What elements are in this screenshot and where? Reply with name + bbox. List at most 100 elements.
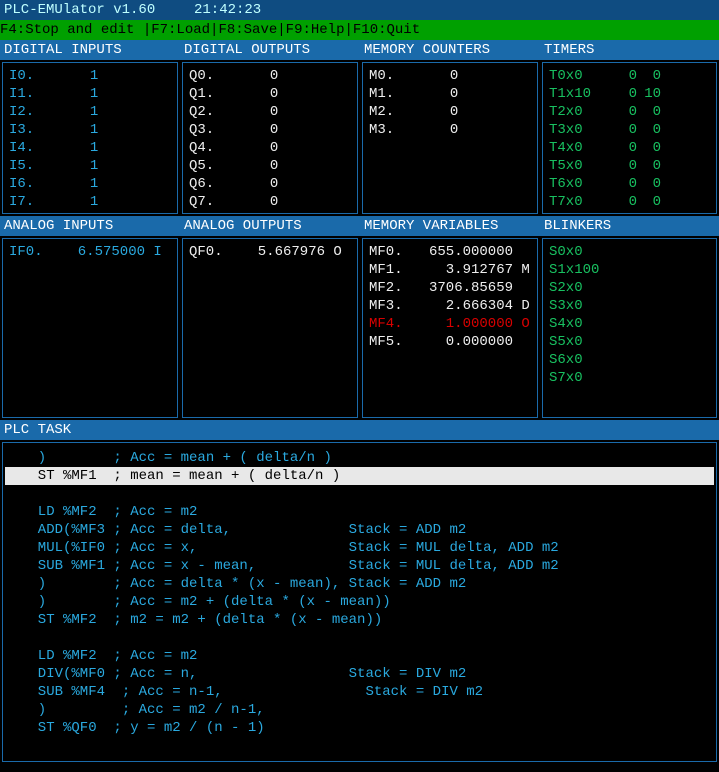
mv-value: 655.000000 xyxy=(417,243,513,261)
menu-f10[interactable]: |F10:Quit xyxy=(344,22,420,38)
code-line[interactable]: MUL(%IF0 ; Acc = x, Stack = MUL delta, A… xyxy=(5,539,714,557)
mv-flag xyxy=(521,279,537,297)
code-line[interactable]: ST %MF2 ; m2 = m2 + (delta * (x - mean)) xyxy=(5,611,714,629)
timer-label: T5x0 xyxy=(549,157,613,175)
do-label: Q7. xyxy=(189,193,237,211)
clock: 21:42:23 xyxy=(194,1,261,19)
mv-value: 2.666304 xyxy=(417,297,513,315)
do-label: Q1. xyxy=(189,85,237,103)
timer-row: T2x000 xyxy=(549,103,710,121)
memory-variable-row: MF2.3706.85659 xyxy=(369,279,531,297)
panel-digital-outputs: Q0. 0Q1. 0Q2. 0Q3. 0Q4. 0Q5. 0Q6. 0Q7. 0 xyxy=(182,62,358,214)
code-line[interactable] xyxy=(5,485,714,503)
memory-counter-row: M0. 0 xyxy=(369,67,531,85)
mc-value: 0 xyxy=(442,67,458,85)
timer-v2: 0 xyxy=(637,175,661,193)
code-line[interactable]: ) ; Acc = m2 + (delta * (x - mean)) xyxy=(5,593,714,611)
panel-row-1: I0. 1I1. 1I2. 1I3. 1I4. 1I5. 1I6. 1I7. 1… xyxy=(0,60,719,216)
menubar: F4:Stop and edit |F7:Load|F8:Save|F9:Hel… xyxy=(0,20,719,40)
mv-flag xyxy=(521,243,537,261)
panel-analog-outputs: QF0.5.667976 O xyxy=(182,238,358,418)
mc-label: M3. xyxy=(369,121,417,139)
code-line[interactable]: ) ; Acc = m2 / n-1, xyxy=(5,701,714,719)
digital-input-row: I1. 1 xyxy=(9,85,171,103)
code-line[interactable]: LD %MF2 ; Acc = m2 xyxy=(5,647,714,665)
timer-label: T6x0 xyxy=(549,175,613,193)
mc-value: 0 xyxy=(442,85,458,103)
timer-row: T0x000 xyxy=(549,67,710,85)
code-line[interactable]: LD %MF2 ; Acc = m2 xyxy=(5,503,714,521)
blinker-label: S5x0 xyxy=(549,333,583,351)
ai-value: 6.575000 xyxy=(57,243,145,261)
mv-label: MF4. xyxy=(369,315,417,333)
blinker-label: S1x100 xyxy=(549,261,599,279)
menu-f8[interactable]: |F8:Save xyxy=(210,22,277,38)
plc-task-code[interactable]: ) ; Acc = mean + ( delta/n ) ST %MF1 ; m… xyxy=(2,442,717,762)
code-line[interactable] xyxy=(5,629,714,647)
di-label: I4. xyxy=(9,139,57,157)
di-label: I2. xyxy=(9,103,57,121)
blinker-label: S0x0 xyxy=(549,243,583,261)
blinker-label: S7x0 xyxy=(549,369,583,387)
timer-v2: 0 xyxy=(637,157,661,175)
di-value: 1 xyxy=(82,193,98,211)
header-digital-inputs: DIGITAL INPUTS xyxy=(0,40,180,60)
mv-flag: O xyxy=(521,315,537,333)
mc-value: 0 xyxy=(442,103,458,121)
timer-label: T0x0 xyxy=(549,67,613,85)
code-line[interactable]: DIV(%MF0 ; Acc = n, Stack = DIV m2 xyxy=(5,665,714,683)
digital-output-row: Q3. 0 xyxy=(189,121,351,139)
code-line-current[interactable]: ST %MF1 ; mean = mean + ( delta/n ) xyxy=(5,467,714,485)
app-title: PLC-EMUlator v1.60 xyxy=(4,1,194,19)
do-value: 0 xyxy=(262,121,278,139)
code-line[interactable]: ) ; Acc = delta * (x - mean), Stack = AD… xyxy=(5,575,714,593)
do-label: Q2. xyxy=(189,103,237,121)
mc-label: M0. xyxy=(369,67,417,85)
digital-input-row: I5. 1 xyxy=(9,157,171,175)
blinker-label: S2x0 xyxy=(549,279,583,297)
code-line[interactable]: SUB %MF1 ; Acc = x - mean, Stack = MUL d… xyxy=(5,557,714,575)
timer-row: T7x000 xyxy=(549,193,710,211)
ai-label: IF0. xyxy=(9,243,57,261)
header-blinkers: BLINKERS xyxy=(540,216,719,236)
blinker-row: S6x0 xyxy=(549,351,710,369)
header-timers: TIMERS xyxy=(540,40,719,60)
digital-input-row: I6. 1 xyxy=(9,175,171,193)
do-value: 0 xyxy=(262,175,278,193)
digital-input-row: I7. 1 xyxy=(9,193,171,211)
di-value: 1 xyxy=(82,103,98,121)
memory-counter-row: M3. 0 xyxy=(369,121,531,139)
blinker-row: S4x0 xyxy=(549,315,710,333)
mc-label: M2. xyxy=(369,103,417,121)
code-line[interactable]: SUB %MF4 ; Acc = n-1, Stack = DIV m2 xyxy=(5,683,714,701)
menu-f9[interactable]: |F9:Help xyxy=(277,22,344,38)
menu-f4[interactable]: F4:Stop and edit xyxy=(0,22,143,38)
do-value: 0 xyxy=(262,139,278,157)
panel-memory-counters: M0. 0M1. 0M2. 0M3. 0 xyxy=(362,62,538,214)
analog-input-row: IF0.6.575000 I xyxy=(9,243,171,261)
blinker-row: S2x0 xyxy=(549,279,710,297)
di-label: I3. xyxy=(9,121,57,139)
timer-v2: 0 xyxy=(637,121,661,139)
digital-input-row: I0. 1 xyxy=(9,67,171,85)
code-line[interactable]: ST %QF0 ; y = m2 / (n - 1) xyxy=(5,719,714,737)
digital-output-row: Q7. 0 xyxy=(189,193,351,211)
header-memory-counters: MEMORY COUNTERS xyxy=(360,40,540,60)
timer-row: T6x000 xyxy=(549,175,710,193)
memory-variable-row: MF1.3.912767 M xyxy=(369,261,531,279)
code-line[interactable]: ADD(%MF3 ; Acc = delta, Stack = ADD m2 xyxy=(5,521,714,539)
digital-input-row: I4. 1 xyxy=(9,139,171,157)
di-value: 1 xyxy=(82,67,98,85)
code-line[interactable]: ) ; Acc = mean + ( delta/n ) xyxy=(5,449,714,467)
menu-f7[interactable]: |F7:Load xyxy=(143,22,210,38)
memory-counter-row: M2. 0 xyxy=(369,103,531,121)
do-value: 0 xyxy=(262,157,278,175)
memory-variable-row: MF0.655.000000 xyxy=(369,243,531,261)
digital-output-row: Q4. 0 xyxy=(189,139,351,157)
ao-flag: O xyxy=(333,243,349,261)
mv-value: 0.000000 xyxy=(417,333,513,351)
timer-label: T7x0 xyxy=(549,193,613,211)
di-label: I6. xyxy=(9,175,57,193)
memory-variable-row: MF3.2.666304 D xyxy=(369,297,531,315)
timer-row: T3x000 xyxy=(549,121,710,139)
